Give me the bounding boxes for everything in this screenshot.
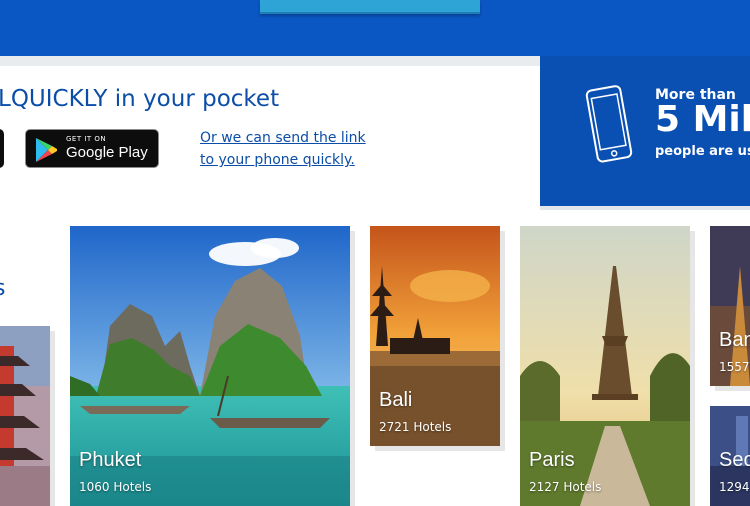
destination-card-japan[interactable] <box>0 326 50 506</box>
app-store-badge[interactable] <box>0 129 4 168</box>
stats-user-count: 5 Mill <box>655 99 750 140</box>
app-promo-headline: LQUICKLY in your pocket <box>0 86 280 112</box>
destination-name: Paris <box>529 449 575 471</box>
bali-photo <box>370 226 500 446</box>
pagoda-photo <box>0 326 50 506</box>
destination-hotel-count: 1557 <box>719 360 750 374</box>
destinations-heading: s <box>0 276 5 301</box>
google-play-label: Google Play <box>66 144 148 161</box>
destination-name: Bali <box>379 389 413 411</box>
send-link-line1[interactable]: Or we can send the link <box>200 130 366 146</box>
google-play-icon <box>36 138 57 162</box>
destination-name: Ban <box>719 329 750 351</box>
destination-card-seoul[interactable]: Seo 1294 <box>710 406 750 506</box>
send-link-line2[interactable]: to your phone quickly. <box>200 152 355 168</box>
destination-hotel-count: 2127 Hotels <box>529 480 602 494</box>
destination-hotel-count: 1294 <box>719 480 750 494</box>
destination-name: Phuket <box>79 449 142 471</box>
destination-card-phuket[interactable]: Phuket 1060 Hotels <box>70 226 350 506</box>
stats-box-shadow <box>540 206 750 210</box>
destination-hotel-count: 1060 Hotels <box>79 480 152 494</box>
destination-hotel-count: 2721 Hotels <box>379 420 452 434</box>
mobile-phone-icon <box>585 85 633 163</box>
destination-card-bangkok[interactable]: Ban 1557 <box>710 226 750 386</box>
google-play-small-text: GET IT ON <box>66 135 107 143</box>
destination-name: Seo <box>719 449 750 471</box>
header-tab-button[interactable] <box>260 0 480 14</box>
send-link-to-phone[interactable]: Or we can send the link to your phone qu… <box>200 127 370 171</box>
destination-card-bali[interactable]: Bali 2721 Hotels <box>370 226 500 446</box>
destination-card-paris[interactable]: Paris 2127 Hotels <box>520 226 690 506</box>
google-play-badge[interactable]: GET IT ON Google Play <box>25 129 159 168</box>
stats-label-people: people are usi <box>655 144 750 159</box>
